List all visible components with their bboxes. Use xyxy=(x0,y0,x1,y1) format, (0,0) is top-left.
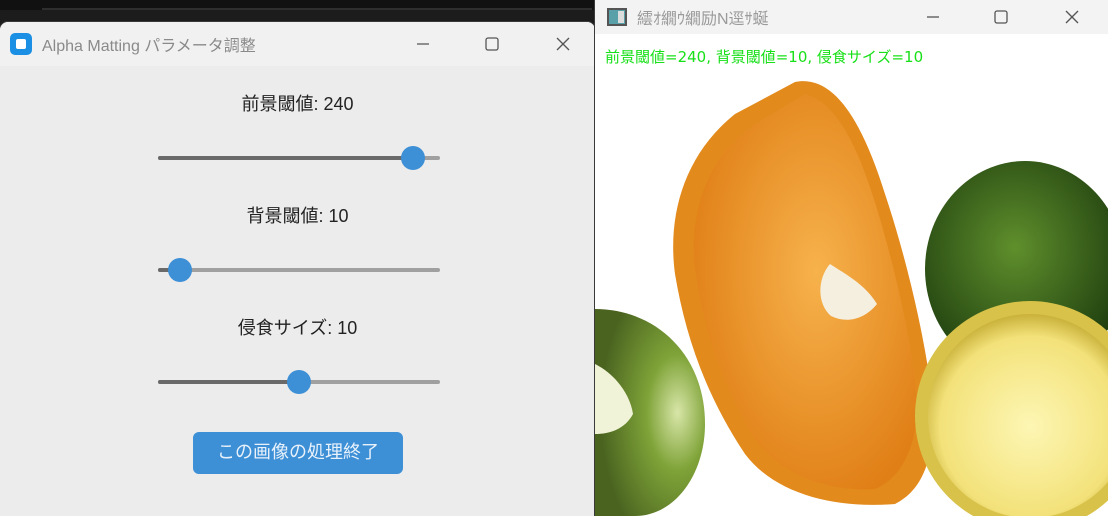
slider-track[interactable] xyxy=(158,268,440,272)
slider-thumb[interactable] xyxy=(287,370,311,394)
preview-close-button[interactable] xyxy=(1037,0,1107,34)
slider-fill xyxy=(158,380,299,384)
foreground-threshold-slider[interactable] xyxy=(158,146,440,170)
title-bar[interactable]: Alpha Matting パラメータ調整 xyxy=(0,22,595,66)
foreground-threshold-label: 前景閾値: 240 xyxy=(241,94,354,114)
preview-title-bar[interactable]: 繧ｵ繝ｳ繝励Ν逕ｻ蜒 xyxy=(595,0,1108,34)
slider-thumb[interactable] xyxy=(400,146,425,170)
close-icon xyxy=(1065,10,1079,24)
erosion-size-label: 侵食サイズ: 10 xyxy=(237,318,358,338)
minimize-icon xyxy=(927,16,939,18)
preview-maximize-button[interactable] xyxy=(966,0,1036,34)
minimize-icon xyxy=(417,43,429,45)
parameter-overlay-text: 前景閾値=240, 背景閾値=10, 侵食サイズ=10 xyxy=(605,48,924,66)
app-icon xyxy=(10,33,32,55)
preview-minimize-button[interactable] xyxy=(898,0,968,34)
preview-canvas: 前景閾値=240, 背景閾値=10, 侵食サイズ=10 xyxy=(595,34,1108,516)
finish-processing-button[interactable]: この画像の処理終了 xyxy=(193,432,403,474)
erosion-size-slider[interactable] xyxy=(158,370,440,394)
background-threshold-label: 背景閾値: 10 xyxy=(246,206,349,226)
maximize-button[interactable] xyxy=(457,22,527,66)
parameter-panel: 前景閾値: 240 背景閾値: 10 侵食サイズ: 10 この画像の処理終了 xyxy=(0,66,595,516)
close-icon xyxy=(556,37,570,51)
preview-window: 繧ｵ繝ｳ繝励Ν逕ｻ蜒 前景閾値=240, 背景閾値=10, 侵食サイズ=10 xyxy=(595,0,1108,516)
slider-fill xyxy=(158,156,413,160)
maximize-icon xyxy=(485,37,499,51)
alpha-matting-window: Alpha Matting パラメータ調整 前景閾値: 240 背景閾値: 10… xyxy=(0,22,595,516)
close-button[interactable] xyxy=(528,22,595,66)
maximize-icon xyxy=(994,10,1008,24)
background-divider xyxy=(42,8,592,10)
preview-window-title: 繧ｵ繝ｳ繝励Ν逕ｻ蜒 xyxy=(637,11,769,28)
preview-app-icon xyxy=(607,8,627,26)
minimize-button[interactable] xyxy=(388,22,458,66)
window-title: Alpha Matting パラメータ調整 xyxy=(42,38,256,55)
background-threshold-slider[interactable] xyxy=(158,258,440,282)
matted-fruit-image xyxy=(595,81,1108,516)
slider-thumb[interactable] xyxy=(168,258,193,282)
